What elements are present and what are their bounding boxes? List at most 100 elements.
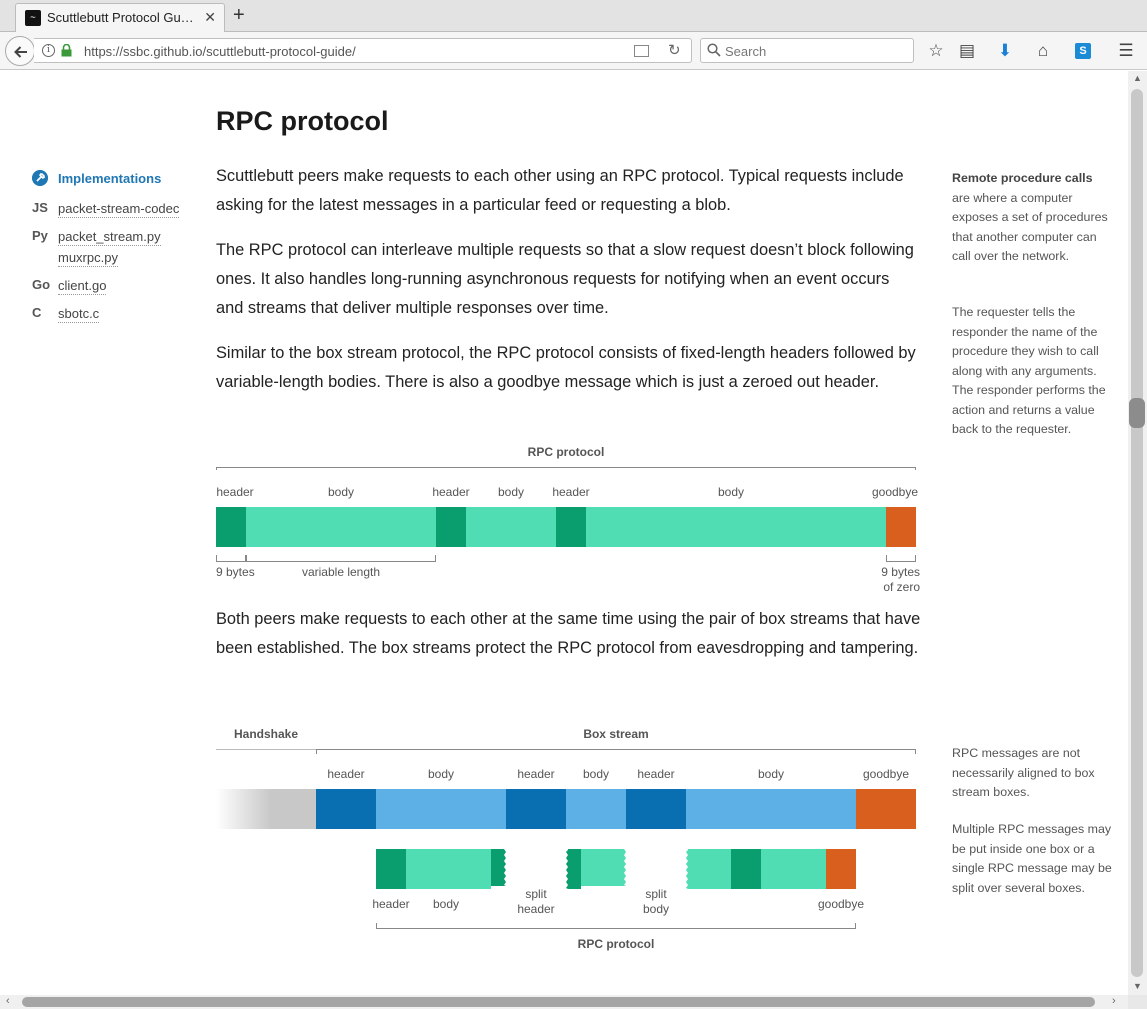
link-muxrpc-py[interactable]: muxrpc.py xyxy=(58,249,118,267)
paragraph-intro: Scuttlebutt peers make requests to each … xyxy=(216,167,904,214)
d2-rpc-label-split-body-2: body xyxy=(643,902,669,916)
scrollbar-corner xyxy=(1128,995,1147,1009)
d2-box-stream-bracket xyxy=(316,749,916,754)
diagram1-top-bracket xyxy=(216,467,916,470)
d2-rpc-body-2 xyxy=(761,849,826,889)
impl-row-js: JS packet-stream-codec xyxy=(32,200,202,218)
menu-icon[interactable]: ☰ xyxy=(1116,41,1136,61)
back-arrow-icon xyxy=(14,46,27,58)
d2-rpc-label-goodbye: goodbye xyxy=(818,897,864,911)
diagram1-title: RPC protocol xyxy=(528,445,605,459)
impl-lang-c: C xyxy=(32,305,42,320)
d2-rpc-label-split-body-1: split xyxy=(645,887,667,901)
d2-box-stream-label: Box stream xyxy=(583,727,648,741)
box-stream-rpc-diagram: Handshake Box stream header body header … xyxy=(216,727,916,951)
address-bar[interactable]: i https://ssbc.github.io/scuttlebutt-pro… xyxy=(34,38,692,63)
d2-box-goodbye xyxy=(856,789,916,829)
extension-icon[interactable]: S xyxy=(1073,41,1093,61)
d2-rpc-label-split-header-1: split xyxy=(525,887,547,901)
search-icon xyxy=(707,43,721,57)
d2-rpc-body-1 xyxy=(406,849,491,889)
search-input[interactable]: Search xyxy=(700,38,914,63)
scroll-down-icon[interactable]: ▼ xyxy=(1133,981,1142,991)
bookmark-star-icon[interactable]: ☆ xyxy=(926,41,946,61)
implementations-sidebar: Implementations JS packet-stream-codec P… xyxy=(32,170,202,326)
link-packet-stream-py[interactable]: packet_stream.py xyxy=(58,228,161,246)
scroll-left-icon[interactable]: ‹ xyxy=(6,995,10,1007)
scroll-thumb[interactable] xyxy=(1129,398,1145,428)
reader-view-icon[interactable] xyxy=(634,45,649,57)
url-text: https://ssbc.github.io/scuttlebutt-proto… xyxy=(84,44,356,59)
link-packet-stream-codec[interactable]: packet-stream-codec xyxy=(58,200,180,218)
d2-rpc-label-split-header-2: header xyxy=(517,902,554,916)
note-alignment: RPC messages are not necessarily aligned… xyxy=(952,746,1095,799)
reload-icon[interactable]: ↻ xyxy=(668,41,681,59)
d2-box-body-3 xyxy=(686,789,856,829)
d2-rpc-label-header: header xyxy=(372,897,409,911)
d2-box-body-2 xyxy=(566,789,626,829)
close-tab-icon[interactable]: ✕ xyxy=(204,9,216,26)
implementations-heading: Implementations xyxy=(32,170,202,190)
navigation-toolbar: i https://ssbc.github.io/scuttlebutt-pro… xyxy=(0,32,1147,70)
impl-lang-py: Py xyxy=(32,228,48,243)
paragraph-box-streams: Both peers make requests to each other a… xyxy=(216,610,921,657)
d1-header-1 xyxy=(216,507,246,547)
scroll-track[interactable] xyxy=(1131,89,1143,977)
home-icon[interactable]: ⌂ xyxy=(1033,41,1053,61)
info-icon[interactable]: i xyxy=(42,44,55,57)
d2-rpc-title: RPC protocol xyxy=(578,937,655,951)
back-button[interactable] xyxy=(5,36,35,66)
d2-box-label-body-3: body xyxy=(758,767,784,781)
impl-row-go: Go client.go xyxy=(32,277,202,295)
d2-box-label-body-2: body xyxy=(583,767,609,781)
d2-rpc-split-body-start xyxy=(581,849,626,886)
new-tab-icon[interactable]: + xyxy=(233,4,245,26)
d1-label-body-1: body xyxy=(328,485,354,499)
link-client-go[interactable]: client.go xyxy=(58,277,107,295)
d2-rpc-label-body: body xyxy=(433,897,459,911)
d2-box-header-1 xyxy=(316,789,376,829)
d1-goodbye-size-1: 9 bytes xyxy=(881,565,920,579)
d1-label-header-2: header xyxy=(432,485,469,499)
d2-rpc-split-body-end xyxy=(686,849,731,889)
d2-box-header-2 xyxy=(506,789,566,829)
impl-lang-js: JS xyxy=(32,200,48,215)
horizontal-scroll-thumb[interactable] xyxy=(22,997,1095,1007)
impl-row-py: Py packet_stream.py muxrpc.py xyxy=(32,228,202,267)
reading-list-icon[interactable]: ▤ xyxy=(957,41,977,61)
scroll-up-icon[interactable]: ▲ xyxy=(1133,73,1142,83)
vertical-scrollbar[interactable]: ▲ ▼ xyxy=(1128,71,1147,995)
site-favicon-icon: ~ xyxy=(25,10,41,26)
d1-label-goodbye: goodbye xyxy=(872,485,918,499)
impl-row-c: C sbotc.c xyxy=(32,305,202,323)
d2-handshake-segment xyxy=(216,789,316,829)
d2-handshake-label: Handshake xyxy=(234,727,298,741)
implementations-label: Implementations xyxy=(58,171,162,186)
d1-label-header-3: header xyxy=(552,485,589,499)
d1-body-3 xyxy=(586,507,886,547)
d2-rpc-header-1 xyxy=(376,849,406,889)
d1-header-2 xyxy=(436,507,466,547)
download-icon[interactable]: ⬇ xyxy=(995,41,1015,61)
scroll-right-icon[interactable]: › xyxy=(1112,995,1116,1007)
d2-box-label-goodbye: goodbye xyxy=(863,767,909,781)
d2-rpc-split-header-end xyxy=(566,849,581,889)
d1-goodbye-size-2: of zero xyxy=(883,580,920,594)
d1-body-bracket xyxy=(246,555,436,562)
d2-box-header-3 xyxy=(626,789,686,829)
search-placeholder: Search xyxy=(725,44,767,59)
tab-bar: ~ Scuttlebutt Protocol Gu… ✕ + xyxy=(0,0,1147,32)
link-sbotc-c[interactable]: sbotc.c xyxy=(58,305,100,323)
d1-header-bracket xyxy=(216,555,246,562)
d2-rpc-goodbye xyxy=(826,849,856,889)
d1-label-body-3: body xyxy=(718,485,744,499)
d2-rpc-bracket xyxy=(376,923,856,929)
impl-lang-go: Go xyxy=(32,277,51,292)
d2-rpc-split-header-start xyxy=(491,849,506,886)
rpc-protocol-diagram: RPC protocol header body header body hea… xyxy=(216,445,920,594)
browser-tab[interactable]: ~ Scuttlebutt Protocol Gu… ✕ xyxy=(15,3,225,32)
d1-label-header-1: header xyxy=(216,485,253,499)
horizontal-scrollbar[interactable]: ‹ › xyxy=(0,995,1128,1009)
d1-body-1 xyxy=(246,507,436,547)
d2-box-label-body-1: body xyxy=(428,767,454,781)
